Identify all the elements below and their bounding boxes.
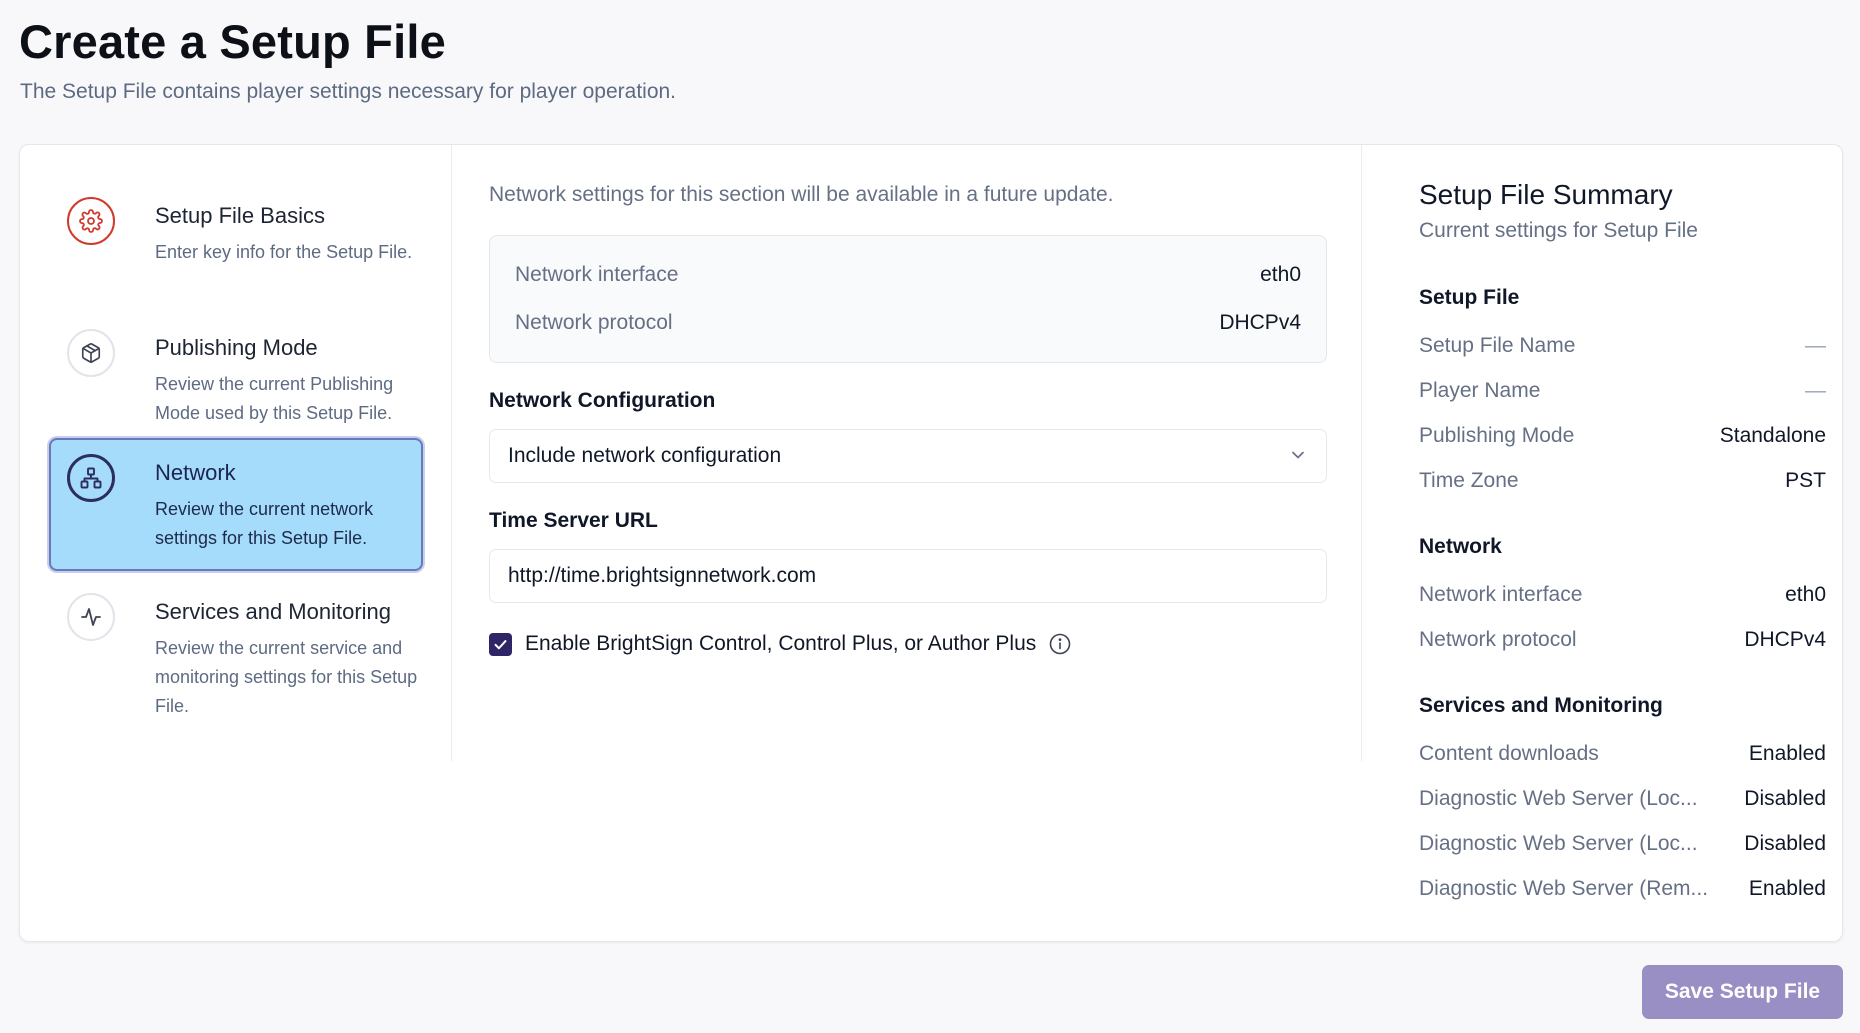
summary-heading-setup-file: Setup File [1419,286,1520,309]
summary-value: eth0 [1785,583,1826,606]
summary-heading-services: Services and Monitoring [1419,694,1663,717]
check-icon [494,639,507,649]
summary-row: Publishing Mode Standalone [1419,421,1826,451]
summary-row: Time Zone PST [1419,466,1826,496]
setup-card: Setup File Basics Enter key info for the… [19,144,1843,942]
summary-value: Enabled [1748,742,1826,765]
step-publishing-mode[interactable]: Publishing Mode Review the current Publi… [49,313,423,441]
setup-file-summary: Setup File Summary Current settings for … [1361,145,1844,900]
summary-label: Network protocol [1419,628,1577,651]
enable-control-row: Enable BrightSign Control, Control Plus,… [489,629,1072,659]
summary-row: Diagnostic Web Server (Loc... Disabled [1419,829,1826,859]
info-label: Network protocol [515,311,673,334]
summary-subtitle: Current settings for Setup File [1419,219,1698,242]
summary-row: Setup File Name — [1419,331,1826,361]
info-row: Network interface eth0 [515,260,1301,290]
summary-label: Diagnostic Web Server (Rem... [1419,877,1709,900]
page-title: Create a Setup File [19,15,446,68]
summary-label: Setup File Name [1419,334,1576,357]
network-configuration-value: Include network configuration [508,444,782,467]
step-description: Review the current network settings for … [155,499,374,548]
step-title: Publishing Mode [155,335,318,360]
network-icon [67,454,115,502]
summary-label: Time Zone [1419,469,1519,492]
info-icon[interactable] [1048,632,1072,656]
summary-value: Disabled [1744,787,1826,810]
summary-label: Publishing Mode [1419,424,1575,447]
network-configuration-select[interactable]: Include network configuration [489,429,1327,483]
summary-row: Player Name — [1419,376,1826,406]
info-row: Network protocol DHCPv4 [515,308,1301,338]
summary-value: DHCPv4 [1744,628,1826,651]
step-setup-file-basics[interactable]: Setup File Basics Enter key info for the… [49,181,423,309]
enable-control-checkbox[interactable] [489,632,512,656]
info-value: DHCPv4 [1219,311,1301,334]
step-network[interactable]: Network Review the current network setti… [49,438,423,571]
summary-label: Diagnostic Web Server (Loc... [1419,832,1698,855]
summary-row: Content downloads Enabled [1419,739,1826,769]
summary-value: — [1805,379,1826,402]
activity-icon [67,593,115,641]
step-description: Review the current Publishing Mode used … [155,374,394,423]
summary-value: PST [1785,469,1826,492]
page-subtitle: The Setup File contains player settings … [20,80,677,103]
info-label: Network interface [515,263,679,286]
summary-label: Diagnostic Web Server (Loc... [1419,787,1698,810]
chevron-down-icon [1292,451,1304,459]
summary-value: Disabled [1744,832,1826,855]
step-description: Review the current service and monitorin… [155,638,418,716]
time-server-url-input[interactable] [489,549,1327,603]
summary-label: Network interface [1419,583,1583,606]
enable-control-label: Enable BrightSign Control, Control Plus,… [525,632,1037,655]
summary-row: Network interface eth0 [1419,580,1826,610]
step-title: Services and Monitoring [155,599,392,624]
summary-row: Diagnostic Web Server (Loc... Disabled [1419,784,1826,814]
summary-heading-network: Network [1419,535,1502,558]
summary-value: Standalone [1719,424,1826,447]
summary-value: Enabled [1748,877,1826,900]
steps-nav: Setup File Basics Enter key info for the… [20,145,452,761]
network-info-box: Network interface eth0 Network protocol … [489,235,1327,363]
summary-label: Content downloads [1419,742,1599,765]
step-description: Enter key info for the Setup File. [155,242,413,262]
summary-title: Setup File Summary [1419,179,1673,210]
gear-icon [67,197,115,245]
step-title: Setup File Basics [155,203,325,228]
info-value: eth0 [1260,263,1301,286]
summary-row: Network protocol DHCPv4 [1419,625,1826,655]
summary-label: Player Name [1419,379,1541,402]
network-configuration-label: Network Configuration [489,389,716,412]
box-icon [67,329,115,377]
save-setup-file-button[interactable]: Save Setup File [1642,965,1843,1019]
summary-row: Diagnostic Web Server (Rem... Enabled [1419,874,1826,904]
step-services-monitoring[interactable]: Services and Monitoring Review the curre… [49,577,423,727]
time-server-url-label: Time Server URL [489,509,658,532]
summary-value: — [1805,334,1826,357]
step-title: Network [155,460,236,485]
network-note: Network settings for this section will b… [489,183,1114,206]
